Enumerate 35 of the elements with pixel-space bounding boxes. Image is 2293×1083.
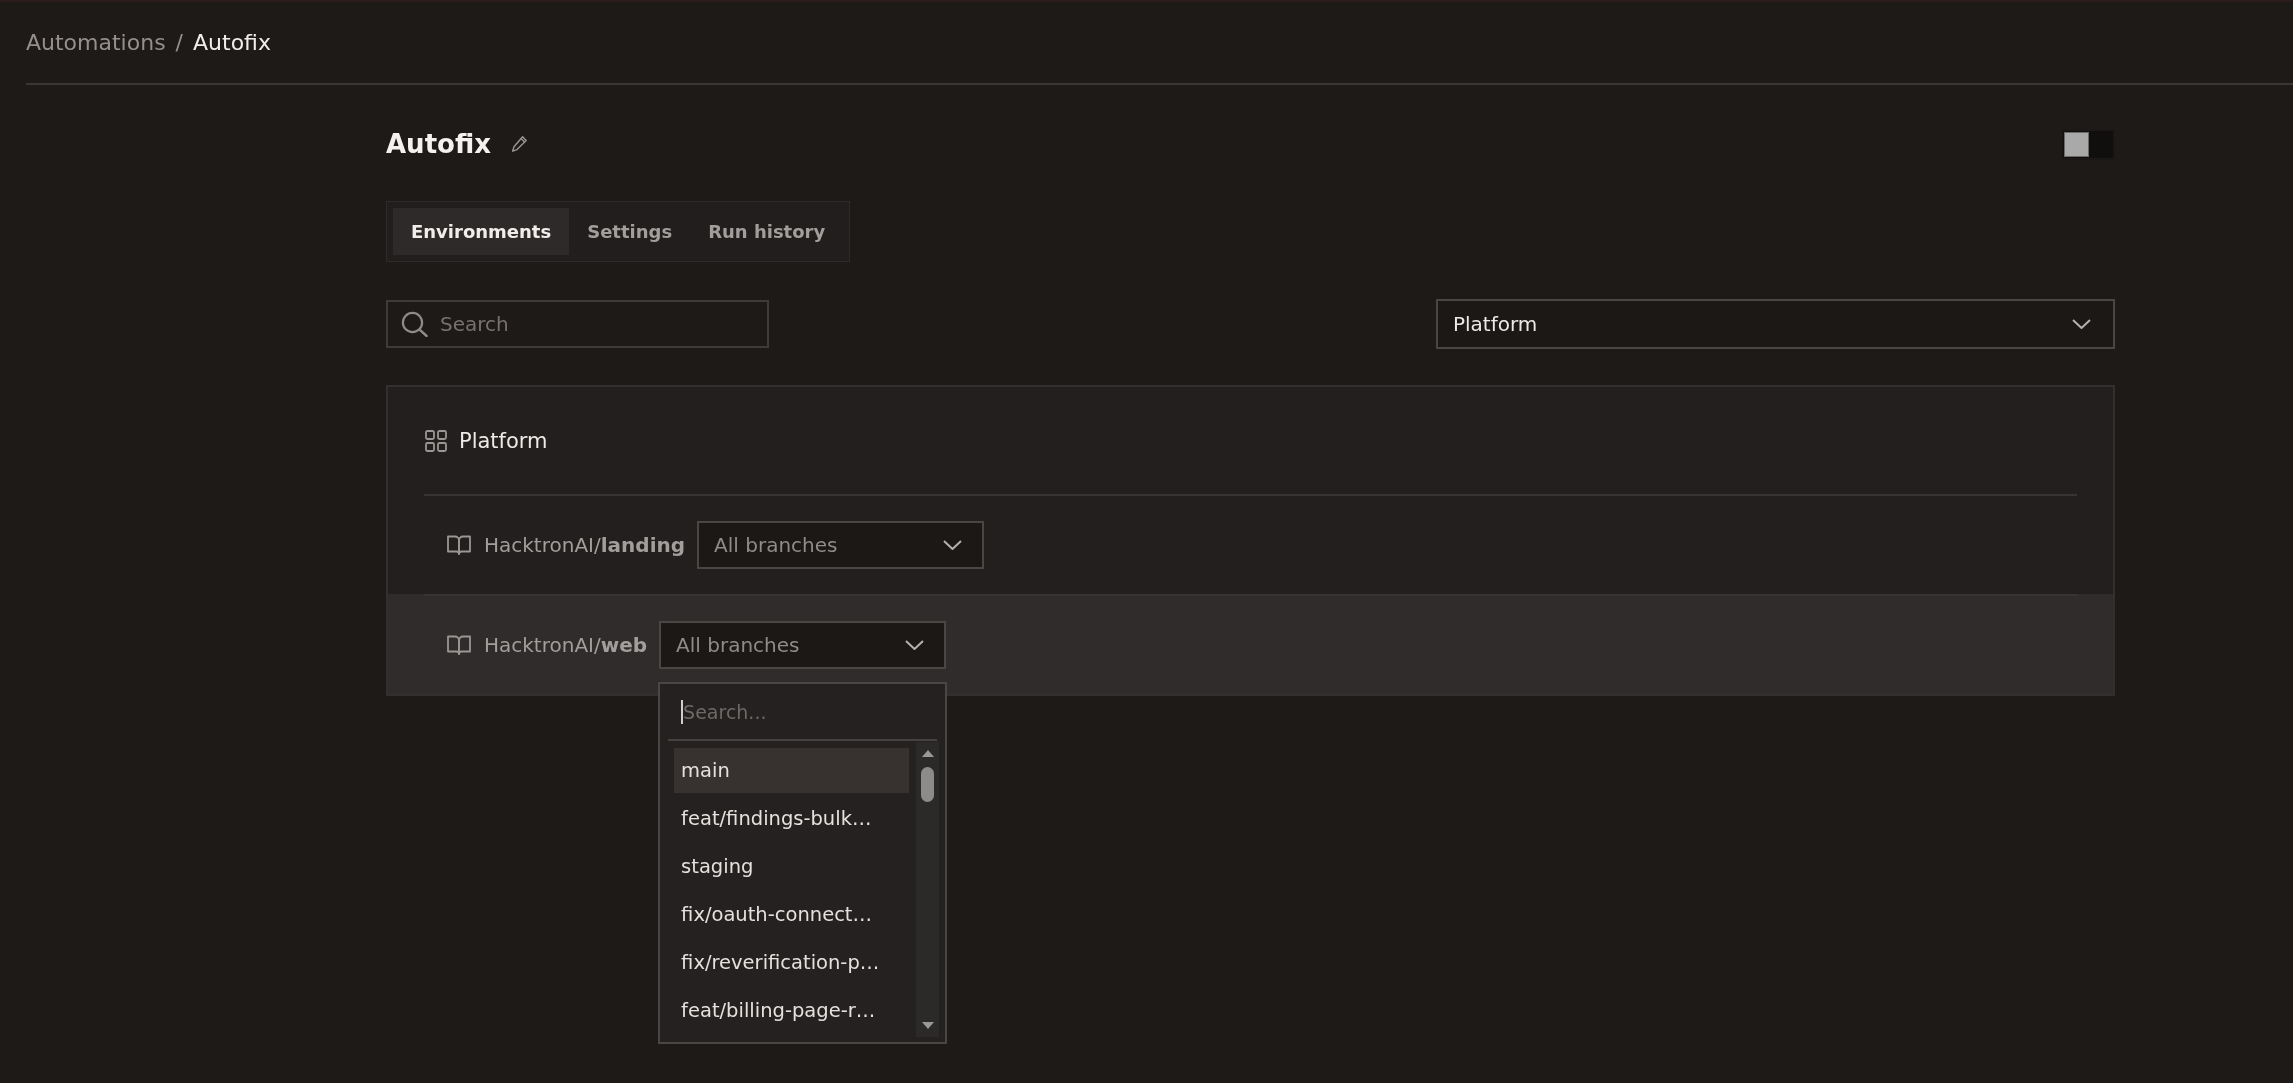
tab[interactable]: Environments bbox=[393, 208, 570, 255]
pencil-icon[interactable] bbox=[510, 135, 528, 153]
book-icon bbox=[447, 535, 471, 555]
branch-option[interactable]: feat/billing-page-r… bbox=[674, 988, 910, 1033]
tab[interactable]: Run history bbox=[690, 208, 844, 255]
scrollbar-thumb[interactable] bbox=[921, 767, 935, 802]
branch-option[interactable]: main bbox=[674, 748, 910, 793]
branch-option[interactable]: staging bbox=[674, 844, 910, 889]
toggle-switch[interactable] bbox=[2061, 128, 2115, 160]
breadcrumb-separator: / bbox=[175, 30, 184, 55]
scroll-up-icon[interactable] bbox=[921, 750, 934, 757]
search-field[interactable]: Search bbox=[386, 300, 769, 348]
branch-option[interactable]: feat/findings-bulk… bbox=[674, 796, 910, 841]
branch-select[interactable]: All branches bbox=[659, 621, 947, 669]
book-icon bbox=[447, 635, 471, 655]
branch-select[interactable]: All branches bbox=[697, 521, 985, 569]
grid-icon bbox=[425, 429, 447, 452]
group-name: Platform bbox=[459, 428, 548, 453]
breadcrumb-current: Autofix bbox=[193, 30, 271, 55]
tab[interactable]: Settings bbox=[569, 208, 691, 255]
chevron-down-icon bbox=[905, 640, 925, 650]
repo-name: HacktronAI/web bbox=[484, 633, 648, 657]
breadcrumb-link[interactable]: Automations bbox=[26, 30, 166, 55]
repo-name: HacktronAI/landing bbox=[484, 533, 686, 557]
search-icon bbox=[401, 311, 428, 337]
chevron-down-icon bbox=[943, 540, 963, 550]
scroll-down-icon[interactable] bbox=[921, 1022, 934, 1029]
branch-option[interactable]: fix/oauth-connect… bbox=[674, 892, 910, 937]
page-title: Autofix bbox=[386, 129, 491, 159]
platform-select[interactable]: Platform bbox=[1436, 299, 2115, 349]
scrollbar[interactable] bbox=[916, 742, 940, 1037]
branch-search-field[interactable]: Search... bbox=[668, 684, 938, 741]
text-cursor-icon bbox=[681, 700, 684, 724]
chevron-down-icon bbox=[2072, 319, 2091, 329]
branch-option[interactable]: fix/reverification-p… bbox=[674, 940, 910, 985]
